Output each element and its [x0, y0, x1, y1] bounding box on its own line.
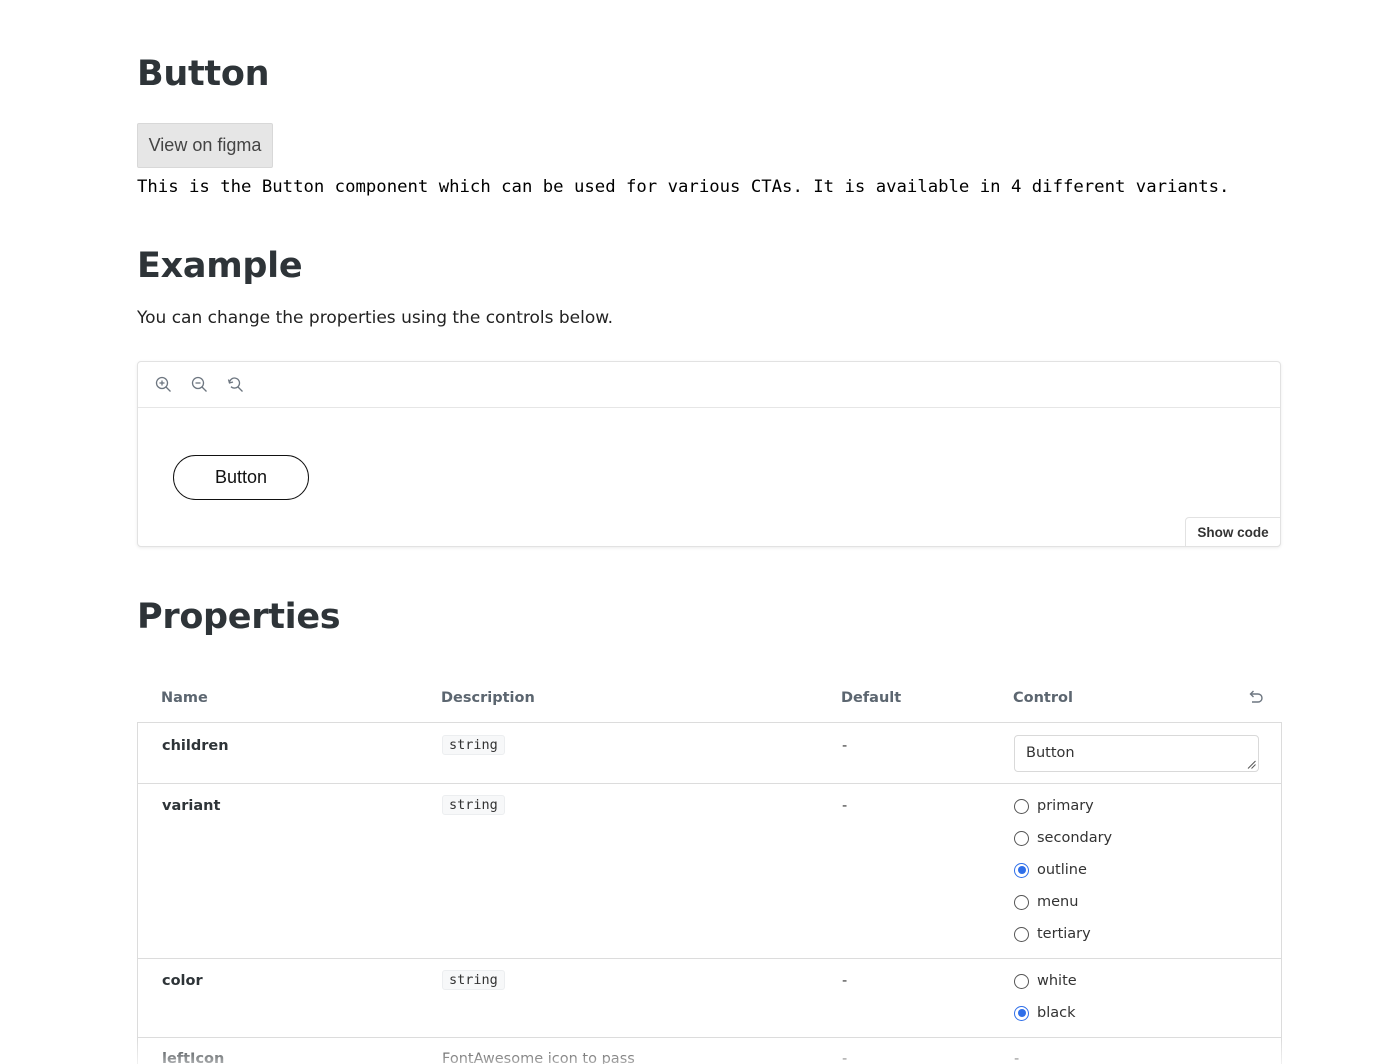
children-input-value: Button [1026, 745, 1075, 761]
radio-label: white [1037, 973, 1077, 989]
prop-default: - [842, 738, 848, 754]
radio-label: secondary [1037, 830, 1113, 846]
radio-circle-selected[interactable] [1014, 862, 1029, 878]
table-row: color string - white black [137, 958, 1282, 1037]
reset-zoom-icon [227, 377, 243, 392]
example-lead: You can change the properties using the … [137, 308, 614, 328]
prop-description: FontAwesome icon to pass [442, 1051, 635, 1064]
variant-radio-secondary[interactable]: secondary [1014, 830, 1112, 846]
column-default: Default [841, 690, 902, 706]
radio-circle[interactable] [1014, 926, 1029, 942]
reset-zoom-button[interactable] [224, 374, 246, 396]
reset-controls-button[interactable] [1246, 688, 1266, 708]
variant-radio-tertiary[interactable]: tertiary [1014, 926, 1091, 942]
zoom-in-icon [155, 376, 171, 392]
table-row: children string - Button [137, 722, 1282, 783]
radio-circle-selected[interactable] [1014, 1005, 1029, 1021]
view-on-figma-button[interactable]: View on figma [137, 123, 273, 168]
prop-default: - [842, 1051, 848, 1064]
show-code-button[interactable]: Show code [1185, 517, 1281, 547]
radio-circle[interactable] [1014, 830, 1029, 846]
radio-label: menu [1037, 894, 1079, 910]
prop-type: string [442, 970, 505, 990]
zoom-out-button[interactable] [188, 374, 210, 396]
prop-name: leftIcon [162, 1051, 225, 1064]
zoom-in-button[interactable] [152, 374, 174, 396]
radio-label: outline [1037, 862, 1087, 878]
radio-label: black [1037, 1005, 1076, 1021]
prop-name: color [162, 973, 203, 989]
prop-type: string [442, 735, 505, 755]
color-radio-white[interactable]: white [1014, 973, 1077, 989]
resize-handle-icon[interactable] [1247, 760, 1256, 769]
column-name: Name [161, 690, 208, 706]
table-row: leftIcon FontAwesome icon to pass - - [137, 1037, 1282, 1064]
radio-circle[interactable] [1014, 973, 1029, 989]
page-title: Button [137, 54, 270, 94]
children-input[interactable]: Button [1014, 735, 1259, 772]
preview-button[interactable]: Button [173, 455, 309, 500]
variant-radio-primary[interactable]: primary [1014, 798, 1094, 814]
prop-type: string [442, 795, 505, 815]
properties-heading: Properties [137, 597, 341, 637]
prop-default: - [842, 973, 848, 989]
undo-icon [1249, 690, 1263, 703]
variant-radio-outline[interactable]: outline [1014, 862, 1087, 878]
example-heading: Example [137, 246, 303, 286]
prop-control-empty: - [1014, 1051, 1020, 1064]
column-description: Description [441, 690, 535, 706]
radio-circle[interactable] [1014, 894, 1029, 910]
component-description: This is the Button component which can b… [137, 177, 1230, 197]
table-row: variant string - primary secondary outli… [137, 783, 1282, 958]
color-radio-black[interactable]: black [1014, 1005, 1076, 1021]
canvas-toolbar [138, 362, 1280, 408]
column-control: Control [1013, 690, 1073, 706]
variant-radio-menu[interactable]: menu [1014, 894, 1078, 910]
example-canvas: Button Show code [137, 361, 1281, 547]
prop-default: - [842, 798, 848, 814]
prop-name: children [162, 738, 229, 754]
prop-name: variant [162, 798, 221, 814]
radio-label: primary [1037, 798, 1094, 814]
properties-table-header: Name Description Default Control [137, 686, 1282, 722]
radio-circle[interactable] [1014, 798, 1029, 814]
zoom-out-icon [191, 376, 207, 392]
radio-label: tertiary [1037, 926, 1091, 942]
